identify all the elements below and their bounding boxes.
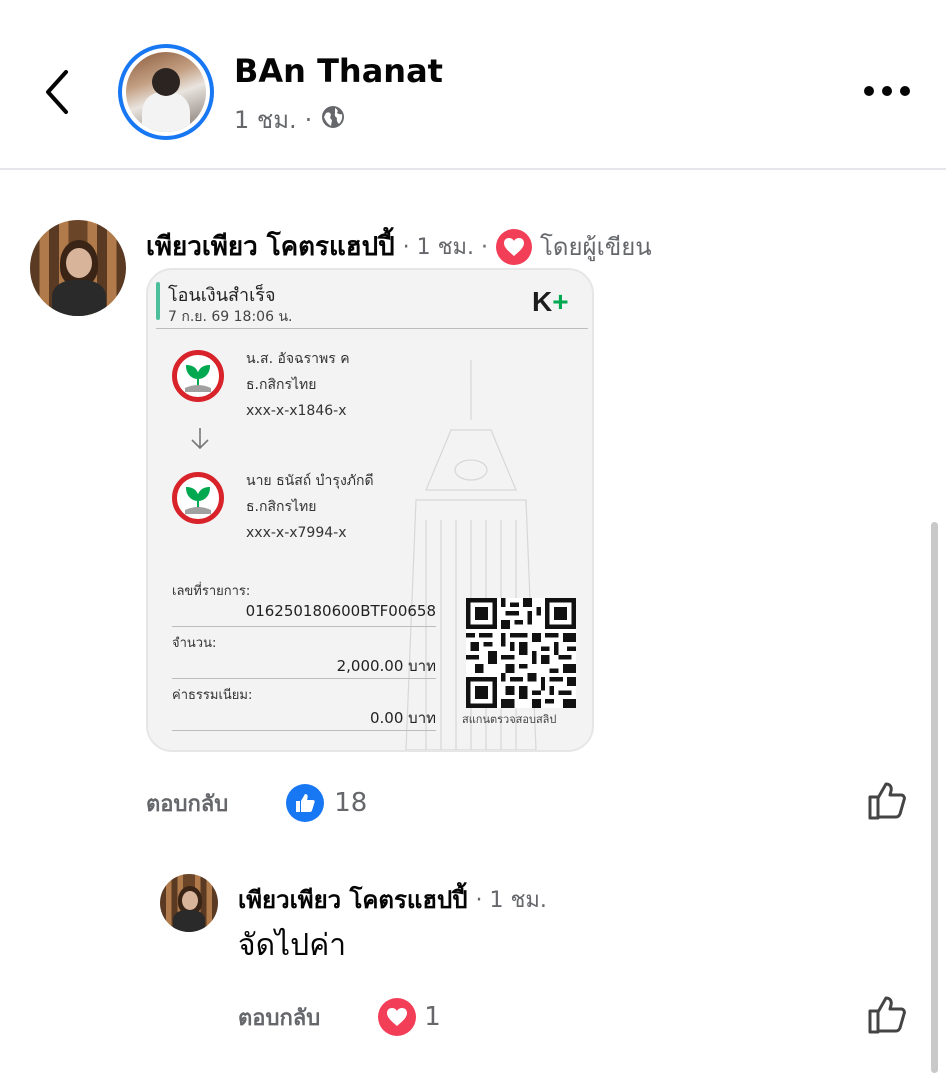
qr-caption: สแกนตรวจสอบสลิป (462, 713, 557, 726)
comment-actions: ตอบกลับ 18 (146, 784, 367, 822)
author-name[interactable]: BAn Thanat (234, 52, 443, 90)
ref-underline (172, 626, 436, 627)
reply-time[interactable]: · 1 ชม. (476, 882, 547, 917)
author-avatar[interactable] (118, 44, 214, 140)
ref-label: เลขที่รายการ: (172, 584, 251, 599)
thumbs-up-outline-icon[interactable] (866, 780, 908, 826)
sender-account: xxx-x-x1846-x (246, 403, 347, 419)
kplus-logo: K+ (532, 286, 569, 317)
reply-header: เพียวเพียว โคตรแฮปปี้ · 1 ชม. (238, 880, 547, 919)
heart-icon[interactable] (378, 998, 417, 1036)
receiver-name: นาย ธนัสถ์ บำรุงภักดี (246, 473, 374, 489)
thumbs-up-outline-icon[interactable] (866, 994, 908, 1040)
receiver-details: นาย ธนัสถ์ บำรุงภักดี ธ.กสิกรไทย xxx-x-x… (246, 468, 374, 546)
reply-avatar[interactable] (160, 874, 218, 932)
post-time[interactable]: 1 ชม. (234, 100, 297, 139)
kbank-logo-icon (172, 350, 224, 402)
amount-value: 2,000.00 บาท (336, 657, 436, 675)
receiver-account: xxx-x-x7994-x (246, 525, 347, 541)
sender-name: น.ส. อัจฉราพร ค (246, 351, 350, 367)
like-thumb-icon[interactable] (286, 784, 325, 822)
reply-text: จัดไปค่า (238, 928, 347, 963)
fee-value: 0.00 บาท (370, 709, 436, 727)
sender-details: น.ส. อัจฉราพร ค ธ.กสิกรไทย xxx-x-x1846-x (246, 346, 350, 424)
reaction-count[interactable]: 1 (424, 1002, 441, 1032)
back-chevron-icon[interactable] (38, 66, 78, 118)
more-dots-icon[interactable] (862, 76, 912, 106)
receiver-bank: ธ.กสิกรไทย (246, 499, 317, 515)
comment-header: เพียวเพียว โคตรแฮปปี้ · 1 ชม. · โดยผู้เข… (146, 226, 652, 267)
sender-bank: ธ.กสิกรไทย (246, 377, 317, 393)
fee-underline (172, 730, 436, 731)
qr-code (466, 598, 576, 708)
reaction-count[interactable]: 18 (334, 788, 367, 818)
amount-underline (172, 678, 436, 679)
author-tag: โดยผู้เขียน (540, 233, 652, 261)
fee-label: ค่าธรรมเนียม: (172, 688, 253, 703)
status-accent-bar (156, 282, 160, 320)
ref-value: 016250180600BTF00658 (245, 602, 436, 620)
scrollbar[interactable] (931, 522, 938, 1073)
slip-title: โอนเงินสำเร็จ (168, 285, 276, 306)
amount-label: จำนวน: (172, 636, 217, 651)
reply-actions: ตอบกลับ 1 (238, 998, 441, 1036)
down-arrow-icon (190, 426, 210, 456)
globe-icon (320, 104, 346, 136)
commenter-avatar[interactable] (30, 220, 126, 316)
commenter-name[interactable]: เพียวเพียว โคตรแฮปปี้ (146, 226, 395, 267)
meta-separator: · (304, 105, 313, 134)
slip-divider (156, 328, 588, 329)
reply-button[interactable]: ตอบกลับ (238, 1000, 320, 1035)
reply-commenter-name[interactable]: เพียวเพียว โคตรแฮปปี้ (238, 880, 468, 919)
slip-date: 7 ก.ย. 69 18:06 น. (168, 309, 293, 325)
reply-button[interactable]: ตอบกลับ (146, 786, 228, 821)
transfer-slip-image[interactable]: โอนเงินสำเร็จ 7 ก.ย. 69 18:06 น. K+ น.ส.… (146, 268, 594, 752)
comment-time[interactable]: · 1 ชม. · (403, 229, 488, 264)
post-meta: 1 ชม. · (234, 100, 346, 139)
post-header: BAn Thanat 1 ชม. · (0, 0, 946, 170)
kbank-logo-icon (172, 472, 224, 524)
heart-icon (496, 228, 533, 265)
